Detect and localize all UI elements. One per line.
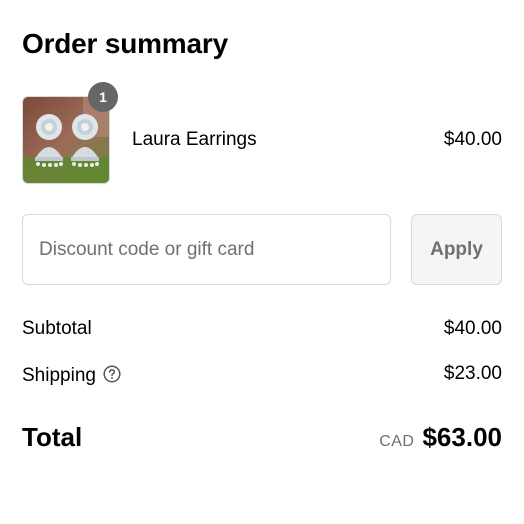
currency-code: CAD [379, 433, 415, 450]
subtotal-label: Subtotal [22, 318, 92, 339]
shipping-label: Shipping [22, 365, 96, 386]
total-label: Total [22, 422, 83, 452]
product-name: Laura Earrings [132, 129, 257, 150]
order-summary-panel: Order summary 1 Laura Earrings $40.00 Di… [0, 0, 524, 524]
shipping-value: $23.00 [443, 363, 502, 384]
product-price: $40.00 [443, 129, 502, 150]
total-value: $63.00 [422, 422, 502, 452]
total-row: Total CAD $63.00 [22, 422, 502, 456]
product-thumbnail-wrapper: 1 [22, 82, 118, 184]
line-item: 1 Laura Earrings $40.00 [22, 82, 502, 184]
apply-discount-button[interactable]: Apply [411, 214, 502, 285]
question-circle-icon[interactable] [103, 365, 121, 383]
order-summary-title: Order summary [22, 28, 228, 59]
quantity-badge: 1 [88, 82, 118, 112]
discount-code-input[interactable] [22, 214, 391, 285]
subtotal-value: $40.00 [443, 318, 502, 339]
